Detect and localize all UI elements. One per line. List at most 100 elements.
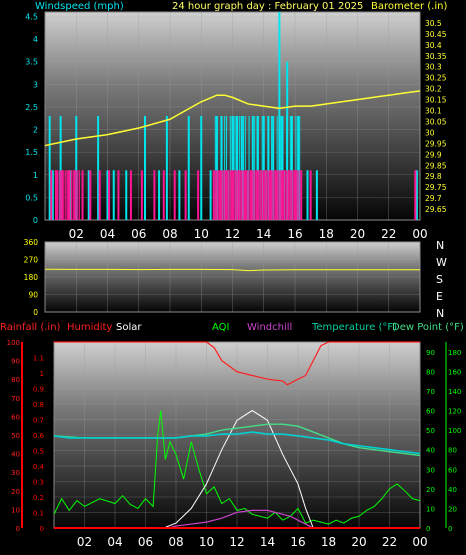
windspeed-axis-label: Windspeed (mph) bbox=[35, 1, 124, 12]
x-tick-label: 08 bbox=[168, 535, 183, 549]
barometer-tick: 30.3 bbox=[425, 63, 442, 72]
compass-label: S bbox=[436, 273, 443, 286]
x-tick-label: 06 bbox=[138, 535, 153, 549]
aqi-tick: 160 bbox=[448, 368, 461, 376]
temperature-tick: 90 bbox=[426, 349, 435, 357]
barometer-tick: 29.65 bbox=[425, 205, 447, 214]
x-tick-label: 06 bbox=[131, 227, 146, 241]
barometer-tick: 30.25 bbox=[425, 74, 447, 83]
x-tick-label: 22 bbox=[381, 227, 396, 241]
legend-aqi: AQI bbox=[212, 322, 230, 333]
aqi-tick: 60 bbox=[448, 466, 457, 474]
x-tick-label: 08 bbox=[162, 227, 177, 241]
legend-rainfall: Rainfall (.in) bbox=[0, 322, 61, 333]
windspeed-tick: 0 bbox=[33, 216, 38, 225]
x-tick-label: 18 bbox=[321, 535, 336, 549]
windspeed-tick: 0.5 bbox=[25, 193, 38, 202]
windspeed-tick: 3 bbox=[33, 80, 38, 89]
rain-tick: 0 bbox=[40, 525, 44, 533]
rain-tick: 0.1 bbox=[33, 510, 44, 518]
x-tick-label: 02 bbox=[69, 227, 84, 241]
barometer-tick: 30.5 bbox=[425, 19, 442, 28]
compass-label: N bbox=[436, 307, 444, 320]
barometer-tick: 29.95 bbox=[425, 139, 447, 148]
legend-humidity: Humidity bbox=[67, 322, 112, 333]
barometer-tick: 29.9 bbox=[425, 150, 442, 159]
x-tick-label: 12 bbox=[225, 227, 240, 241]
direction-tick: 90 bbox=[28, 291, 38, 300]
weather-graph: Windspeed (mph) 24 hour graph day : Febr… bbox=[0, 1, 464, 549]
x-tick-label: 04 bbox=[107, 535, 122, 549]
x-tick-label: 16 bbox=[287, 227, 302, 241]
humidity-tick: 70 bbox=[11, 395, 20, 403]
rain-tick: 0.2 bbox=[33, 494, 44, 502]
x-tick-label: 04 bbox=[100, 227, 115, 241]
windspeed-tick: 2.5 bbox=[25, 103, 38, 112]
humidity-tick: 20 bbox=[11, 488, 20, 496]
temperature-tick: 50 bbox=[426, 427, 435, 435]
barometer-tick: 30.4 bbox=[425, 41, 442, 50]
temperature-tick: 0 bbox=[426, 525, 430, 533]
barometer-tick: 29.7 bbox=[425, 194, 442, 203]
aqi-tick: 80 bbox=[448, 447, 457, 455]
barometer-tick: 29.75 bbox=[425, 183, 447, 192]
humidity-tick: 60 bbox=[11, 413, 20, 421]
rain-tick: 0.4 bbox=[33, 463, 45, 471]
aqi-tick: 40 bbox=[448, 486, 457, 494]
aqi-tick: 180 bbox=[448, 349, 461, 357]
barometer-axis-label: Barometer (.in) bbox=[371, 1, 447, 12]
compass-label: W bbox=[436, 256, 447, 269]
humidity-tick: 40 bbox=[11, 451, 20, 459]
temperature-tick: 30 bbox=[426, 466, 435, 474]
humidity-tick: 80 bbox=[11, 376, 20, 384]
compass-label: E bbox=[436, 290, 443, 303]
windspeed-tick: 4.5 bbox=[25, 13, 38, 22]
windspeed-tick: 2 bbox=[33, 126, 38, 135]
x-tick-label: 12 bbox=[229, 535, 244, 549]
humidity-tick: 10 bbox=[11, 506, 20, 514]
aqi-tick: 20 bbox=[448, 505, 457, 513]
rain-tick: 0.3 bbox=[33, 479, 44, 487]
aqi-tick: 100 bbox=[448, 427, 461, 435]
aqi-tick: 0 bbox=[448, 525, 452, 533]
x-tick-label: 02 bbox=[77, 535, 92, 549]
temperature-tick: 20 bbox=[426, 486, 435, 494]
temperature-tick: 10 bbox=[426, 505, 435, 513]
x-tick-label: 10 bbox=[199, 535, 214, 549]
windspeed-tick: 3.5 bbox=[25, 58, 38, 67]
aqi-tick: 120 bbox=[448, 408, 461, 416]
barometer-tick: 30.05 bbox=[425, 117, 447, 126]
humidity-tick: 100 bbox=[7, 339, 20, 347]
barometer-tick: 30.35 bbox=[425, 52, 447, 61]
rain-tick: 1 bbox=[40, 370, 44, 378]
windspeed-tick: 1.5 bbox=[25, 148, 38, 157]
barometer-tick: 30.1 bbox=[425, 107, 442, 116]
x-tick-label: 18 bbox=[319, 227, 334, 241]
rain-tick: 0.9 bbox=[33, 386, 44, 394]
windspeed-tick: 4 bbox=[33, 35, 38, 44]
rain-tick: 1.1 bbox=[33, 355, 44, 363]
legend-temperature: Temperature (°F) bbox=[311, 322, 397, 333]
barometer-tick: 30.15 bbox=[425, 96, 447, 105]
legend-solar: Solar bbox=[116, 322, 142, 333]
windspeed-tick: 1 bbox=[33, 171, 38, 180]
x-tick-label: 10 bbox=[194, 227, 209, 241]
legend-windchill: Windchill bbox=[247, 322, 292, 333]
humidity-tick: 90 bbox=[11, 358, 20, 366]
direction-tick: 270 bbox=[24, 256, 39, 265]
temperature-tick: 80 bbox=[426, 368, 435, 376]
direction-tick: 360 bbox=[24, 238, 39, 247]
rain-tick: 0.7 bbox=[33, 417, 44, 425]
compass-label: N bbox=[436, 239, 444, 252]
temperature-tick: 70 bbox=[426, 388, 435, 396]
humidity-tick: 30 bbox=[11, 469, 20, 477]
temperature-tick: 60 bbox=[426, 408, 435, 416]
humidity-tick: 0 bbox=[16, 525, 20, 533]
barometer-tick: 30 bbox=[425, 128, 435, 137]
x-tick-label: 20 bbox=[350, 227, 365, 241]
barometer-tick: 30.2 bbox=[425, 85, 442, 94]
humidity-tick: 50 bbox=[11, 432, 20, 440]
x-tick-label: 22 bbox=[382, 535, 397, 549]
legend-dewpoint: Dew Point (°F) bbox=[392, 322, 464, 333]
rain-tick: 0.6 bbox=[33, 432, 45, 440]
